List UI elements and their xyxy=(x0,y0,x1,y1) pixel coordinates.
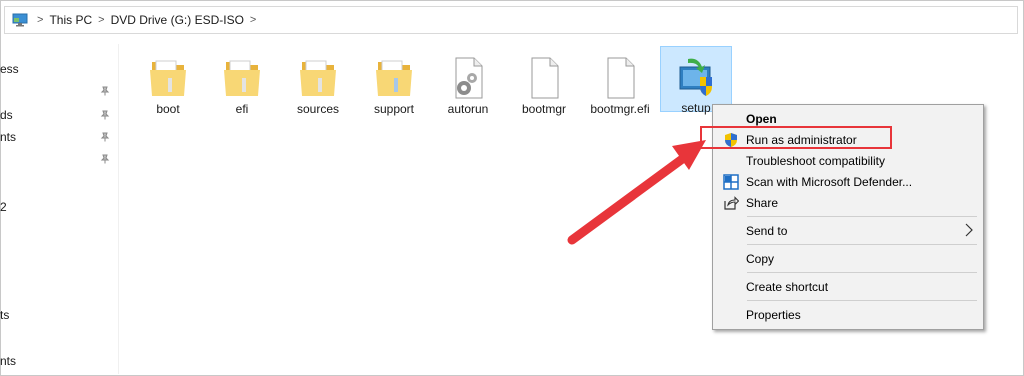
red-arrow-annotation xyxy=(567,140,706,245)
